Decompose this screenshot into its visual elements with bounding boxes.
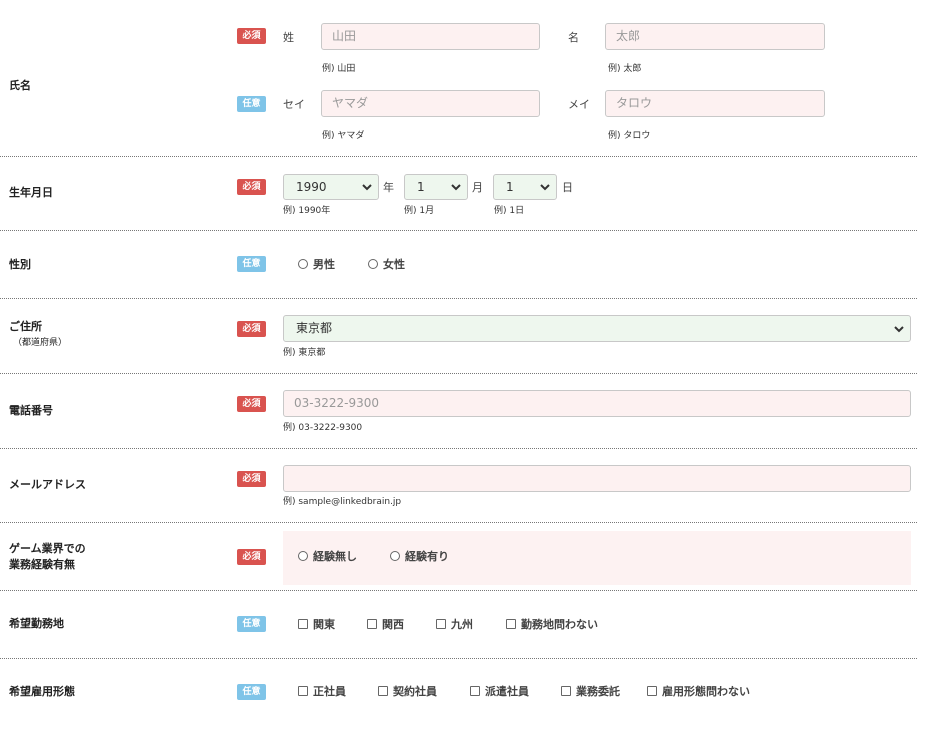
location-option-kansai[interactable]: 関西: [367, 616, 404, 632]
phone-hint: 例) 03-3222-9300: [283, 423, 363, 433]
experience-option-yes[interactable]: 経験有り: [390, 548, 449, 564]
month-hint: 例) 1月: [404, 206, 435, 216]
sei-kana-hint: 例) ヤマダ: [322, 131, 365, 141]
gender-option-female[interactable]: 女性: [368, 256, 405, 272]
prefecture-select[interactable]: 東京都: [283, 315, 911, 342]
location-option-kanto[interactable]: 関東: [298, 616, 335, 632]
year-value: 1990: [296, 180, 327, 194]
prefecture-value: 東京都: [296, 321, 333, 335]
birthday-label: 生年月日: [9, 186, 53, 199]
mei-kana-label: メイ: [568, 98, 590, 111]
gender-option-male[interactable]: 男性: [298, 256, 335, 272]
checkbox-icon: [436, 619, 446, 629]
employment-label: 希望雇用形態: [9, 685, 75, 698]
sei-kana-input[interactable]: ヤマダ: [321, 90, 540, 117]
experience-options-box: [283, 531, 911, 585]
required-badge: 必須: [237, 471, 266, 487]
optional-badge: 任意: [237, 256, 266, 272]
checkbox-icon: [470, 686, 480, 696]
birthday-row: 生年月日 必須 1990 年 例) 1990年 1 月 例) 1月 1 日 例)…: [0, 157, 917, 231]
email-label: メールアドレス: [9, 478, 86, 491]
optional-badge: 任意: [237, 96, 266, 112]
phone-label: 電話番号: [9, 404, 53, 417]
checkbox-icon: [378, 686, 388, 696]
location-label: 希望勤務地: [9, 617, 64, 630]
optional-badge: 任意: [237, 616, 266, 632]
checkbox-icon: [367, 619, 377, 629]
name-row: 氏名 必須 姓 山田 例) 山田 名 太郎 例) 太郎 任意 セイ ヤマダ 例)…: [0, 0, 917, 157]
required-badge: 必須: [237, 396, 266, 412]
location-option-kyushu[interactable]: 九州: [436, 616, 473, 632]
sei-hint: 例) 山田: [322, 64, 356, 74]
experience-label: ゲーム業界での 業務経験有無: [9, 542, 86, 571]
location-row: 希望勤務地 任意 関東 関西 九州 勤務地問わない: [0, 591, 917, 659]
employment-option-dispatch[interactable]: 派遣社員: [470, 683, 529, 699]
day-hint: 例) 1日: [494, 206, 525, 216]
email-row: メールアドレス 必須 例) sample@linkedbrain.jp: [0, 449, 917, 523]
radio-icon: [298, 259, 308, 269]
optional-badge: 任意: [237, 684, 266, 700]
employment-option-fulltime[interactable]: 正社員: [298, 683, 346, 699]
checkbox-icon: [298, 686, 308, 696]
required-badge: 必須: [237, 321, 266, 337]
day-select[interactable]: 1: [493, 174, 557, 200]
chevron-down-icon: [362, 184, 372, 191]
address-row: ご住所 （都道府県） 必須 東京都 例) 東京都: [0, 299, 917, 374]
required-badge: 必須: [237, 549, 266, 565]
month-unit: 月: [472, 181, 483, 194]
employment-option-outsourcing[interactable]: 業務委託: [561, 683, 620, 699]
phone-row: 電話番号 必須 03-3222-9300 例) 03-3222-9300: [0, 374, 917, 449]
mei-kana-hint: 例) タロウ: [608, 131, 651, 141]
sei-label: 姓: [283, 31, 294, 44]
checkbox-icon: [647, 686, 657, 696]
radio-icon: [368, 259, 378, 269]
chevron-down-icon: [451, 184, 461, 191]
address-hint: 例) 東京都: [283, 348, 326, 358]
name-label: 氏名: [9, 79, 31, 92]
employment-option-contract[interactable]: 契約社員: [378, 683, 437, 699]
mei-kana-input[interactable]: タロウ: [605, 90, 825, 117]
mei-input[interactable]: 太郎: [605, 23, 825, 50]
chevron-down-icon: [894, 326, 904, 333]
year-hint: 例) 1990年: [283, 206, 331, 216]
day-unit: 日: [562, 181, 573, 194]
gender-label: 性別: [9, 258, 31, 271]
required-badge: 必須: [237, 179, 266, 195]
employment-option-any[interactable]: 雇用形態問わない: [647, 683, 750, 699]
year-unit: 年: [383, 181, 394, 194]
checkbox-icon: [298, 619, 308, 629]
day-value: 1: [506, 180, 514, 194]
location-option-any[interactable]: 勤務地問わない: [506, 616, 598, 632]
phone-input[interactable]: 03-3222-9300: [283, 390, 911, 417]
sei-input[interactable]: 山田: [321, 23, 540, 50]
mei-hint: 例) 太郎: [608, 64, 642, 74]
checkbox-icon: [506, 619, 516, 629]
chevron-down-icon: [540, 184, 550, 191]
email-input[interactable]: [283, 465, 911, 492]
month-value: 1: [417, 180, 425, 194]
sei-kana-label: セイ: [283, 98, 305, 111]
employment-row: 希望雇用形態 任意 正社員 契約社員 派遣社員 業務委託 雇用形態問わない: [0, 659, 917, 735]
experience-row: ゲーム業界での 業務経験有無 必須 経験無し 経験有り: [0, 523, 917, 591]
email-hint: 例) sample@linkedbrain.jp: [283, 497, 402, 507]
address-label: ご住所 （都道府県）: [9, 319, 67, 351]
checkbox-icon: [561, 686, 571, 696]
address-sublabel: （都道府県）: [13, 338, 68, 348]
mei-label: 名: [568, 31, 579, 44]
month-select[interactable]: 1: [404, 174, 468, 200]
radio-icon: [298, 551, 308, 561]
experience-option-none[interactable]: 経験無し: [298, 548, 357, 564]
required-badge: 必須: [237, 28, 266, 44]
gender-row: 性別 任意 男性 女性: [0, 231, 917, 299]
year-select[interactable]: 1990: [283, 174, 379, 200]
radio-icon: [390, 551, 400, 561]
